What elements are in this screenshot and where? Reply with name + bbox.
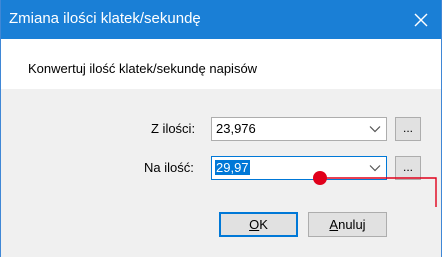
ok-button[interactable]: OK xyxy=(219,212,298,237)
to-browse-button[interactable]: ... xyxy=(395,156,421,180)
ok-label-rest: K xyxy=(259,217,268,232)
cancel-label-accel: A xyxy=(329,217,339,232)
from-dropdown-arrow[interactable] xyxy=(364,118,386,140)
close-button[interactable] xyxy=(401,0,441,39)
to-fps-value: 29,97 xyxy=(215,160,250,175)
to-dropdown-arrow[interactable] xyxy=(364,157,386,179)
title-bar: Zmiana ilości klatek/sekundę xyxy=(1,0,441,39)
chevron-down-icon xyxy=(369,165,381,172)
from-browse-button[interactable]: ... xyxy=(395,117,421,141)
ok-label-accel: O xyxy=(249,217,260,232)
dialog-window: Zmiana ilości klatek/sekundę Konwertuj i… xyxy=(0,0,442,257)
cancel-label-rest: nuluj xyxy=(338,217,366,232)
from-fps-combobox[interactable]: 23,976 xyxy=(211,117,387,141)
from-label: Z ilości: xyxy=(151,121,196,136)
annotation-dot xyxy=(313,171,327,185)
intro-text: Konwertuj ilość klatek/sekundę napisów xyxy=(28,61,258,76)
cancel-button[interactable]: Anuluj xyxy=(308,212,387,237)
dialog-title: Zmiana ilości klatek/sekundę xyxy=(9,10,201,27)
chevron-down-icon xyxy=(369,126,381,133)
to-label: Na ilość: xyxy=(144,160,194,175)
close-icon xyxy=(414,13,428,26)
to-fps-combobox[interactable]: 29,97 xyxy=(211,156,387,180)
from-fps-value: 23,976 xyxy=(216,121,256,136)
